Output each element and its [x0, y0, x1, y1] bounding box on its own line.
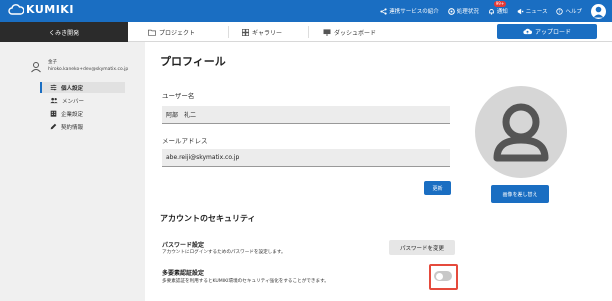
user-email: hiroko.kaneko+dev@skymatix.co.jp: [48, 67, 129, 72]
kumiki-logo[interactable]: KUMIKI: [8, 3, 74, 16]
tab-dashboard[interactable]: ダッシュボード: [323, 22, 376, 42]
profile-avatar: [475, 86, 567, 178]
mfa-setting-title: 多要素認証設定: [162, 270, 205, 277]
current-project-tab[interactable]: くみき開発: [0, 22, 128, 42]
tab-label: プロジェクト: [159, 29, 196, 37]
edit-icon: [50, 123, 57, 130]
bell-icon: [488, 8, 494, 15]
top-nav-processing-status[interactable]: 処理状況: [447, 7, 479, 15]
security-section-title: アカウントのセキュリティ: [160, 214, 256, 223]
sub-bar: くみき開発 プロジェクト ギャラリー ダッシュボード アップロード: [0, 22, 612, 42]
sliders-icon: [50, 84, 57, 91]
building-icon: [50, 110, 57, 117]
sidebar: 金子 hiroko.kaneko+dev@skymatix.co.jp 個人設定…: [0, 42, 145, 301]
main-content: プロフィール ユーザー名 阿部 礼二 メールアドレス abe.reiji@sky…: [145, 42, 612, 301]
password-setting-description: アカウントにログインするためのパスワードを設定します。: [162, 250, 286, 255]
sidebar-item-personal-settings[interactable]: 個人設定: [40, 82, 125, 93]
page-title: プロフィール: [160, 55, 226, 68]
notification-badge: 99+: [493, 1, 507, 7]
user-silhouette-icon: [493, 103, 549, 162]
user-name: 金子: [48, 60, 57, 65]
person-icon: [31, 62, 41, 73]
sidebar-item-label: 企業設定: [61, 111, 84, 118]
top-nav-integrations[interactable]: 連携サービスの紹介: [380, 7, 439, 15]
update-button[interactable]: 更新: [424, 181, 451, 195]
top-nav-label: 通知: [496, 9, 508, 15]
cloud-logo-icon: [8, 3, 24, 15]
cloud-upload-icon: [523, 28, 532, 35]
share-icon: [380, 7, 387, 15]
sidebar-item-label: メンバー: [62, 98, 85, 105]
megaphone-icon: [517, 8, 524, 14]
mfa-toggle[interactable]: [434, 271, 452, 281]
change-password-button[interactable]: パスワードを変更: [389, 240, 455, 255]
tab-divider: [308, 26, 309, 38]
people-icon: [50, 97, 58, 104]
sidebar-item-contract-info[interactable]: 契約情報: [40, 121, 125, 132]
account-avatar[interactable]: [591, 3, 606, 19]
grid-icon: [242, 28, 249, 36]
top-nav-help[interactable]: ? ヘルプ: [556, 7, 582, 15]
settings-status-icon: [447, 7, 455, 15]
username-label: ユーザー名: [162, 92, 195, 100]
top-nav-label: ヘルプ: [565, 9, 582, 15]
sidebar-item-company-settings[interactable]: 企業設定: [40, 108, 125, 119]
folder-icon: [148, 29, 156, 36]
logo-text: KUMIKI: [26, 3, 74, 16]
password-setting-title: パスワード設定: [162, 242, 205, 249]
top-nav: 連携サービスの紹介 処理状況 99+ 通知 ニュース ? ヘルプ: [380, 0, 612, 22]
top-nav-label: 処理状況: [456, 9, 479, 15]
email-label: メールアドレス: [162, 137, 208, 145]
tab-gallery[interactable]: ギャラリー: [242, 22, 282, 42]
monitor-icon: [323, 28, 331, 36]
top-nav-label: ニュース: [525, 9, 548, 15]
sidebar-item-label: 個人設定: [61, 85, 84, 92]
tab-divider: [228, 26, 229, 38]
tab-label: ダッシュボード: [334, 29, 377, 37]
top-nav-notifications[interactable]: 99+ 通知: [488, 1, 508, 15]
sidebar-item-members[interactable]: メンバー: [40, 95, 125, 106]
upload-button[interactable]: アップロード: [497, 24, 597, 39]
email-field[interactable]: abe.reiji@skymatix.co.jp: [162, 149, 450, 167]
tab-projects[interactable]: プロジェクト: [148, 22, 195, 42]
username-field[interactable]: 阿部 礼二: [162, 106, 450, 124]
user-avatar-icon: [593, 6, 604, 17]
top-bar: KUMIKI 連携サービスの紹介 処理状況 99+ 通知 ニュース ? ヘルプ: [0, 0, 612, 22]
help-icon: ?: [556, 7, 564, 15]
top-nav-news[interactable]: ニュース: [517, 7, 548, 15]
svg-text:?: ?: [559, 9, 561, 14]
mfa-setting-description: 多要素認証を利用するとKUMIKI環境のセキュリティ強化をすることができます。: [162, 279, 329, 284]
change-image-button[interactable]: 画像を差し替え: [491, 185, 549, 203]
mfa-toggle-knob: [436, 272, 443, 280]
upload-label: アップロード: [534, 29, 571, 36]
top-nav-label: 連携サービスの紹介: [389, 9, 439, 15]
tab-label: ギャラリー: [252, 29, 283, 37]
sidebar-item-label: 契約情報: [61, 124, 84, 131]
